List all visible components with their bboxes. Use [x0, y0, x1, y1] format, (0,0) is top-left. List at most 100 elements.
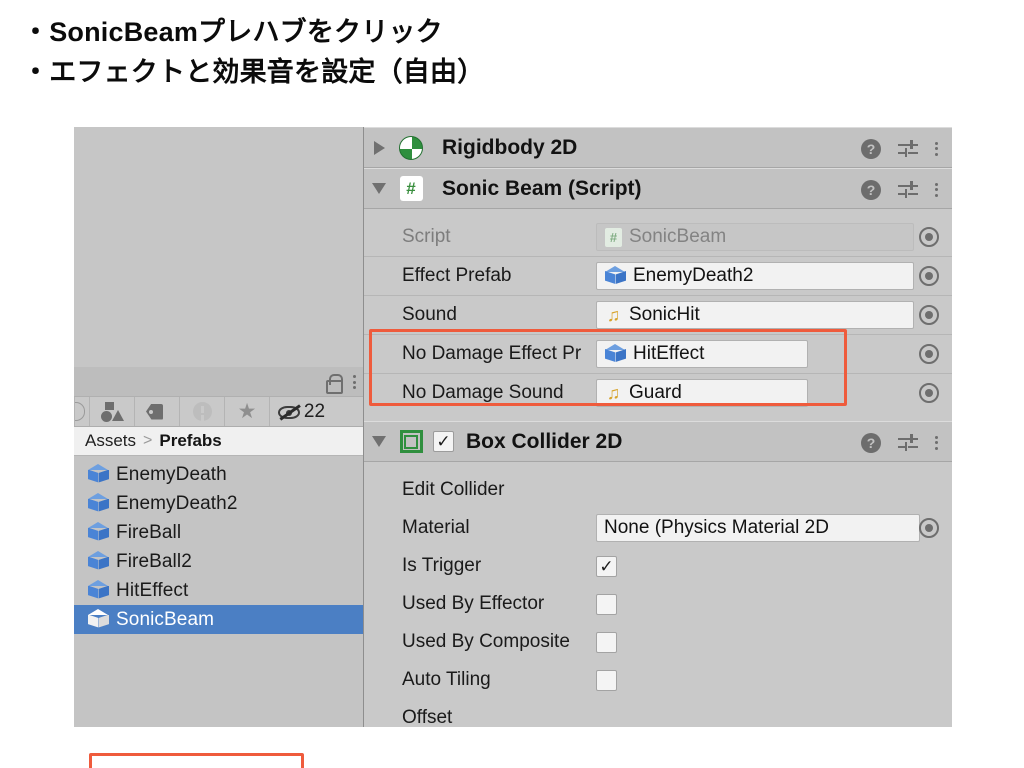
project-panel-tabbar [74, 367, 363, 397]
preset-settings-icon[interactable] [898, 433, 918, 452]
object-field[interactable]: HitEffect [596, 340, 808, 368]
audio-clip-icon: ♫ [606, 304, 621, 325]
property-label: Used By Composite [402, 631, 570, 652]
checkbox[interactable] [596, 631, 617, 653]
project-browser-panel: ★ 22 Assets > Prefabs EnemyDeath EnemyDea… [74, 127, 363, 768]
preset-settings-icon[interactable] [898, 139, 918, 158]
search-field-edge-icon[interactable] [74, 397, 90, 426]
object-field[interactable]: None (Physics Material 2D [596, 514, 920, 542]
checkbox[interactable]: ✓ [596, 555, 617, 577]
lock-icon[interactable] [325, 374, 343, 394]
warning-filter-icon[interactable] [180, 397, 225, 426]
help-icon[interactable]: ? [861, 432, 881, 453]
prefab-cube-icon [88, 522, 109, 543]
component-title: Box Collider 2D [466, 429, 623, 453]
csharp-script-icon: # [394, 176, 428, 201]
favorites-star-icon[interactable]: ★ [225, 397, 270, 426]
kebab-menu-icon[interactable] [353, 374, 357, 390]
breadcrumb-root[interactable]: Assets [85, 431, 136, 451]
property-label: Sound [402, 304, 457, 325]
object-field-value: EnemyDeath2 [633, 265, 754, 286]
slide-heading: ・SonicBeamプレハブをクリック ・エフェクトと効果音を設定（自由） [22, 12, 722, 92]
hidden-assets-count: 22 [303, 400, 326, 422]
collider-property-list: Edit Collider Material None (Physics Mater… [364, 471, 952, 737]
component-title: Sonic Beam (Script) [442, 176, 642, 200]
script-property-list: Script # SonicBeam Effect Prefab EnemyDeath2… [364, 218, 952, 412]
object-field[interactable]: ♫ SonicHit [596, 301, 914, 329]
list-item[interactable]: FireBall [74, 518, 363, 547]
checkbox[interactable] [596, 669, 617, 691]
property-label: Material [402, 517, 470, 538]
breadcrumb-current[interactable]: Prefabs [159, 431, 221, 451]
prefab-cube-icon [88, 493, 109, 514]
object-picker-icon[interactable] [919, 383, 939, 403]
boxcollider2d-icon [394, 430, 428, 453]
list-item[interactable]: HitEffect [74, 576, 363, 605]
property-label: Used By Effector [402, 593, 545, 614]
list-item[interactable]: EnemyDeath2 [74, 489, 363, 518]
object-picker-icon[interactable] [919, 266, 939, 286]
slide-line-1: ・SonicBeamプレハブをクリック [22, 17, 443, 47]
chevron-right-icon[interactable] [364, 140, 394, 155]
object-field[interactable]: EnemyDeath2 [596, 262, 914, 290]
object-field[interactable]: ♫ Guard [596, 379, 808, 407]
chevron-down-icon[interactable] [364, 436, 394, 447]
project-panel-empty-area [74, 127, 363, 367]
property-label: Effect Prefab [402, 265, 512, 286]
component-enable-checkbox[interactable]: ✓ [433, 431, 454, 452]
kebab-menu-icon[interactable] [935, 435, 939, 451]
project-toolbar: ★ 22 [74, 397, 363, 427]
kebab-menu-icon[interactable] [935, 141, 939, 157]
component-title: Rigidbody 2D [442, 135, 578, 159]
property-row: Used By Effector [364, 585, 952, 623]
object-picker-icon[interactable] [919, 518, 939, 538]
inspector-panel: Rigidbody 2D ? # Sonic Beam (Script) ? S… [363, 127, 952, 728]
audio-clip-icon: ♫ [606, 382, 621, 403]
property-row: No Damage Sound ♫ Guard [364, 374, 952, 412]
object-picker-icon[interactable] [919, 227, 939, 247]
hidden-assets-toggle[interactable]: 22 [270, 397, 333, 426]
object-field-value: Guard [629, 382, 682, 403]
component-header-rigidbody2d[interactable]: Rigidbody 2D ? [364, 127, 952, 168]
property-row: Auto Tiling [364, 661, 952, 699]
property-label: Auto Tiling [402, 669, 491, 690]
list-item[interactable]: EnemyDeath [74, 460, 363, 489]
slide-root: ・SonicBeamプレハブをクリック ・エフェクトと効果音を設定（自由） ★ … [0, 0, 1024, 768]
property-row: Effect Prefab EnemyDeath2 [364, 257, 952, 295]
asset-name: EnemyDeath2 [116, 492, 238, 514]
component-header-sonic-beam-script[interactable]: # Sonic Beam (Script) ? [364, 168, 952, 209]
prefab-cube-icon [88, 609, 109, 630]
help-icon[interactable]: ? [861, 179, 881, 200]
shapes-filter-icon[interactable] [90, 397, 135, 426]
asset-name: FireBall [116, 521, 182, 543]
property-row: Material None (Physics Material 2D [364, 509, 952, 547]
property-row: No Damage Effect Pr HitEffect [364, 335, 952, 373]
help-icon[interactable]: ? [861, 138, 881, 159]
list-item[interactable]: FireBall2 [74, 547, 363, 576]
chevron-down-icon[interactable] [364, 183, 394, 194]
prefab-cube-icon [88, 551, 109, 572]
list-item[interactable]: SonicBeam [74, 605, 363, 634]
checkbox[interactable] [596, 593, 617, 615]
kebab-menu-icon[interactable] [935, 182, 939, 198]
object-picker-icon[interactable] [919, 344, 939, 364]
property-label: Edit Collider [402, 479, 505, 500]
property-row: Used By Composite [364, 623, 952, 661]
rigidbody2d-icon [394, 135, 428, 160]
object-field-value: None (Physics Material 2D [604, 517, 829, 538]
preset-settings-icon[interactable] [898, 180, 918, 199]
object-field[interactable]: # SonicBeam [596, 223, 914, 251]
property-label: Is Trigger [402, 555, 482, 576]
component-header-box-collider-2d[interactable]: ✓ Box Collider 2D ? [364, 421, 952, 462]
breadcrumb: Assets > Prefabs [74, 427, 363, 456]
label-tag-icon[interactable] [135, 397, 180, 426]
object-field-value: SonicHit [629, 304, 700, 325]
eye-hidden-icon [277, 403, 302, 420]
object-field-value: HitEffect [633, 343, 705, 364]
object-picker-icon[interactable] [919, 305, 939, 325]
annotation-box-selected-asset [89, 753, 304, 768]
breadcrumb-separator: > [143, 432, 153, 449]
prefab-cube-icon [605, 265, 626, 287]
